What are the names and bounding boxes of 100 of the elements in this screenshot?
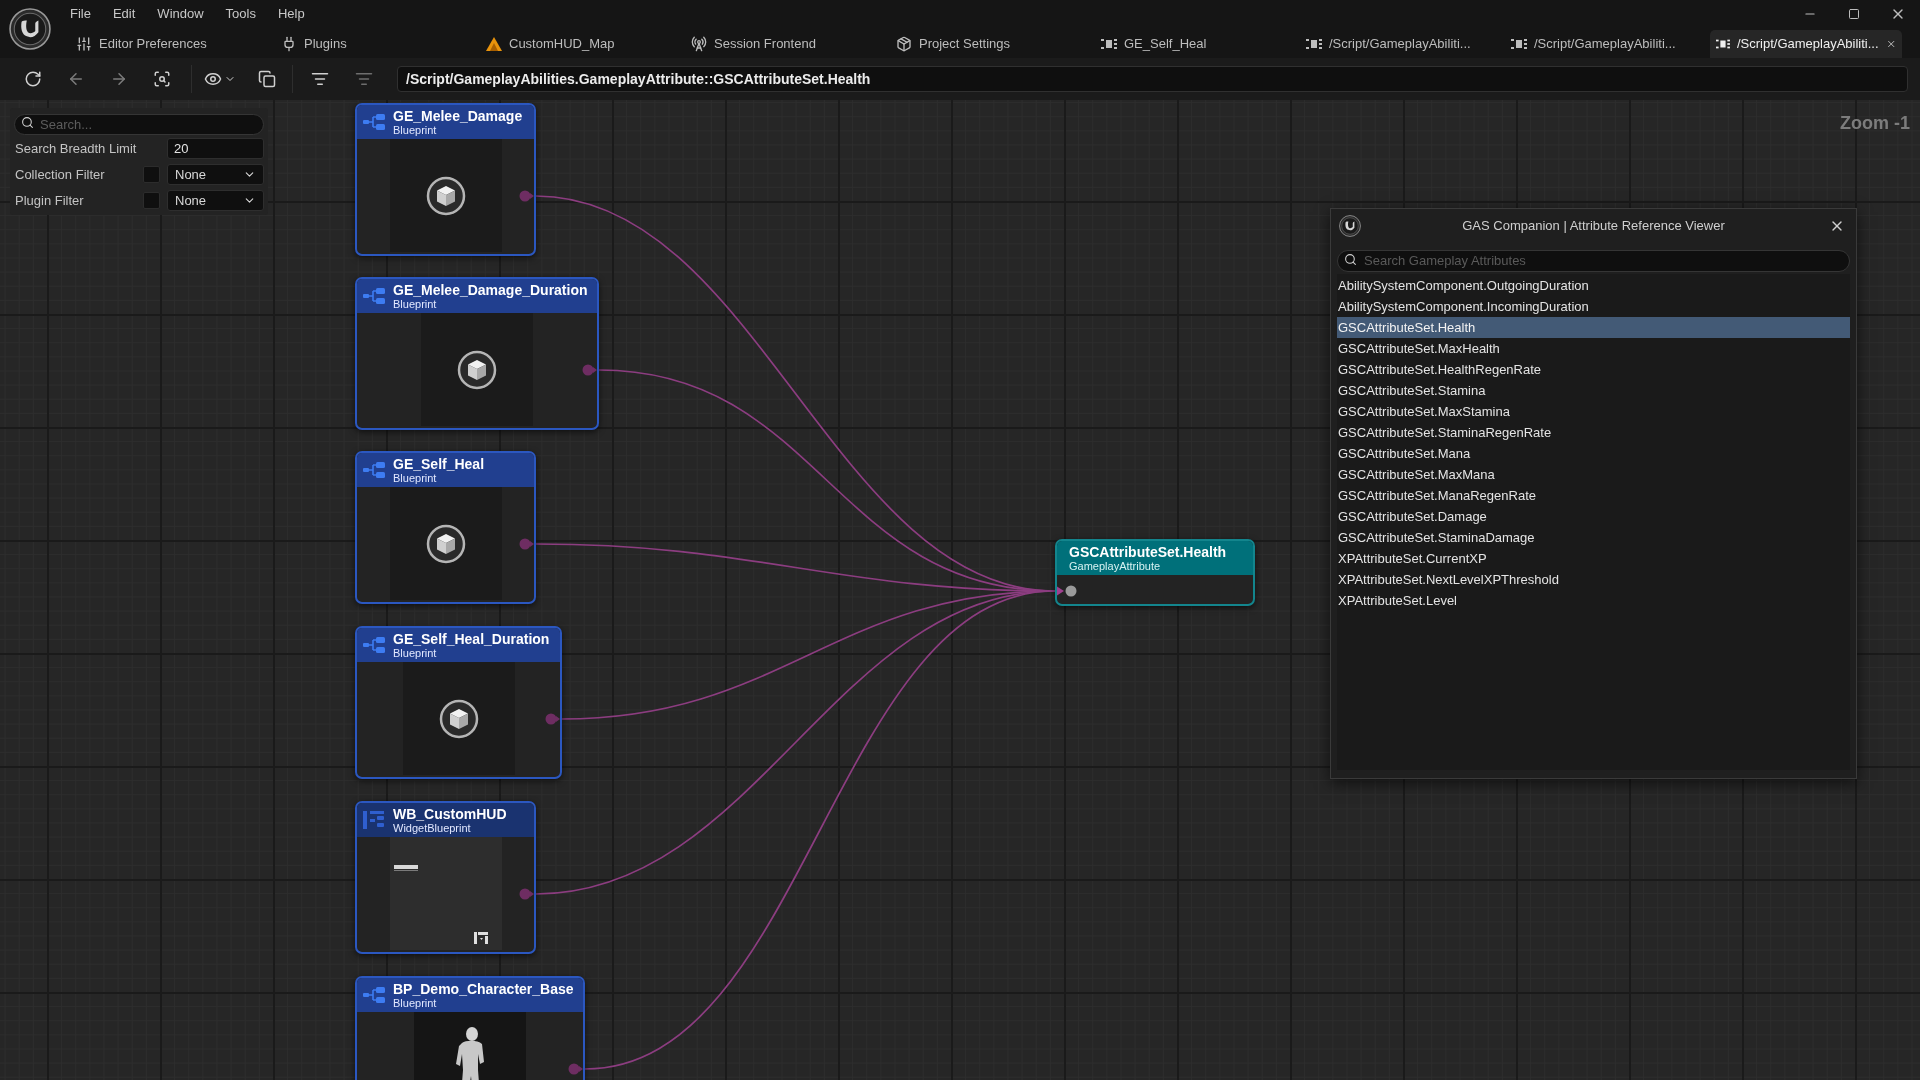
tab[interactable]: CustomHUD_Map — [480, 30, 685, 58]
list-item[interactable]: GSCAttributeSet.Mana — [1337, 443, 1850, 464]
graph-node[interactable]: GE_Self_Heal Blueprint — [355, 451, 536, 604]
node-title: GE_Self_Heal_Duration — [393, 630, 550, 647]
filter-icon[interactable] — [311, 70, 329, 88]
node-type: Blueprint — [393, 123, 437, 137]
tab[interactable]: /Script/GameplayAbiliti... — [1300, 30, 1505, 58]
output-pin-icon — [519, 190, 534, 202]
input-pin-icon — [1057, 585, 1077, 597]
tab[interactable]: Project Settings — [890, 30, 1095, 58]
tab[interactable]: Plugins — [275, 30, 480, 58]
radio-tower-icon — [691, 36, 707, 52]
dropdown[interactable]: None — [167, 190, 264, 211]
graph-node[interactable]: GE_Self_Heal_Duration Blueprint — [355, 626, 562, 779]
logo-icon — [1339, 215, 1361, 237]
eye-icon[interactable] — [204, 70, 222, 88]
list-item[interactable]: GSCAttributeSet.Health — [1337, 317, 1850, 338]
tab[interactable]: /Script/GameplayAbiliti... — [1710, 30, 1902, 58]
list-item[interactable]: GSCAttributeSet.ManaRegenRate — [1337, 485, 1850, 506]
list-item[interactable]: GSCAttributeSet.StaminaDamage — [1337, 527, 1850, 548]
number-field[interactable]: 20 — [167, 138, 264, 159]
tab-label: GE_Self_Heal — [1124, 35, 1207, 54]
widget-icon — [473, 932, 488, 944]
node-title: GE_Self_Heal — [393, 455, 485, 472]
filter-label: Search Breadth Limit — [14, 139, 138, 158]
list-item[interactable]: GSCAttributeSet.StaminaRegenRate — [1337, 422, 1850, 443]
cube-icon — [425, 175, 466, 216]
menu-item[interactable]: Edit — [112, 6, 136, 22]
list-item[interactable]: GSCAttributeSet.MaxMana — [1337, 464, 1850, 485]
menu-item[interactable]: Help — [277, 6, 305, 22]
viewer-title: GAS Companion | Attribute Reference Viewer — [1461, 217, 1726, 236]
bracketed-square-icon — [1101, 38, 1117, 50]
node-title: GE_Melee_Damage_Duration — [393, 281, 588, 298]
graph-node[interactable]: BP_Demo_Character_Base Blueprint — [355, 976, 585, 1080]
tab[interactable]: GE_Self_Heal — [1095, 30, 1300, 58]
list-item[interactable]: GSCAttributeSet.Stamina — [1337, 380, 1850, 401]
search-icon — [1344, 252, 1357, 266]
cone-icon — [486, 37, 502, 51]
tab-label: /Script/GameplayAbiliti... — [1329, 35, 1471, 54]
node-type: WidgetBlueprint — [393, 821, 472, 835]
list-item[interactable]: GSCAttributeSet.MaxHealth — [1337, 338, 1850, 359]
refresh-icon[interactable] — [24, 70, 42, 88]
node-title: BP_Demo_Character_Base — [393, 980, 574, 997]
graph-node[interactable]: GE_Melee_Damage Blueprint — [355, 103, 536, 256]
plug-icon — [281, 36, 297, 52]
logo-icon — [9, 8, 51, 50]
list-item[interactable]: GSCAttributeSet.MaxStamina — [1337, 401, 1850, 422]
checkbox[interactable] — [143, 192, 160, 209]
bracketed-square-icon — [1306, 38, 1322, 50]
close-icon[interactable] — [1885, 38, 1896, 50]
cube-icon — [457, 349, 497, 390]
list-item[interactable]: XPAttributeSet.Level — [1337, 590, 1850, 611]
node-tree-icon — [363, 636, 385, 654]
node-type: Blueprint — [393, 471, 438, 485]
copy-icon[interactable] — [258, 70, 276, 88]
zoom-label: Zoom -1 — [1840, 112, 1910, 135]
search-icon — [21, 116, 34, 129]
bracketed-square-icon — [1511, 38, 1527, 50]
graph-node[interactable]: WB_CustomHUD WidgetBlueprint — [355, 801, 536, 954]
node-type: GameplayAttribute — [1069, 559, 1162, 573]
bar-icon — [393, 865, 418, 871]
graph-node[interactable]: GE_Melee_Damage_Duration Blueprint — [355, 277, 599, 430]
menu-item[interactable]: File — [70, 6, 91, 22]
find-icon[interactable] — [153, 70, 171, 88]
menu-item[interactable]: Window — [157, 6, 204, 22]
tab[interactable]: Editor Preferences — [70, 30, 275, 58]
dropdown[interactable]: None — [167, 164, 264, 185]
tab-label: Project Settings — [919, 35, 1011, 54]
filter-label: Plugin Filter — [14, 191, 85, 210]
menu-item[interactable]: Tools — [225, 6, 256, 22]
node-tree-icon — [363, 287, 385, 305]
node-tree-icon — [363, 986, 385, 1004]
forward-arrow-icon[interactable] — [110, 70, 128, 88]
list-item[interactable]: XPAttributeSet.NextLevelXPThreshold — [1337, 569, 1850, 590]
tab-label: Session Frontend — [714, 35, 816, 54]
output-pin-icon — [519, 888, 534, 900]
bracketed-square-icon — [1716, 38, 1730, 50]
node-tree-icon — [363, 113, 385, 131]
tab-label: /Script/GameplayAbiliti... — [1534, 35, 1676, 54]
tab[interactable]: Session Frontend — [685, 30, 890, 58]
list-item[interactable]: AbilitySystemComponent.IncomingDuration — [1337, 296, 1850, 317]
node-tree-icon — [363, 461, 385, 479]
attribute-node[interactable]: GSCAttributeSet.Health GameplayAttribute — [1055, 539, 1255, 606]
cube-icon — [438, 698, 479, 739]
output-pin-icon — [519, 538, 534, 550]
tab[interactable]: /Script/GameplayAbiliti... — [1505, 30, 1710, 58]
list-item[interactable]: AbilitySystemComponent.OutgoingDuration — [1337, 275, 1850, 296]
list-item[interactable]: XPAttributeSet.CurrentXP — [1337, 548, 1850, 569]
path-field[interactable]: /Script/GameplayAbilities.GameplayAttribute::GSCAttributeSet.Health — [397, 66, 1908, 92]
node-type: Blueprint — [393, 996, 438, 1010]
cube-icon — [425, 523, 466, 564]
list-item[interactable]: GSCAttributeSet.Damage — [1337, 506, 1850, 527]
list-item[interactable]: GSCAttributeSet.HealthRegenRate — [1337, 359, 1850, 380]
search-field[interactable]: Search Gameplay Attributes — [1337, 249, 1850, 272]
checkbox[interactable] — [143, 166, 160, 183]
box-icon — [896, 36, 912, 52]
maximize-icon — [1848, 8, 1860, 20]
search-field[interactable]: Search... — [14, 114, 264, 135]
output-pin-icon — [568, 1063, 583, 1075]
output-pin-icon — [582, 364, 597, 376]
